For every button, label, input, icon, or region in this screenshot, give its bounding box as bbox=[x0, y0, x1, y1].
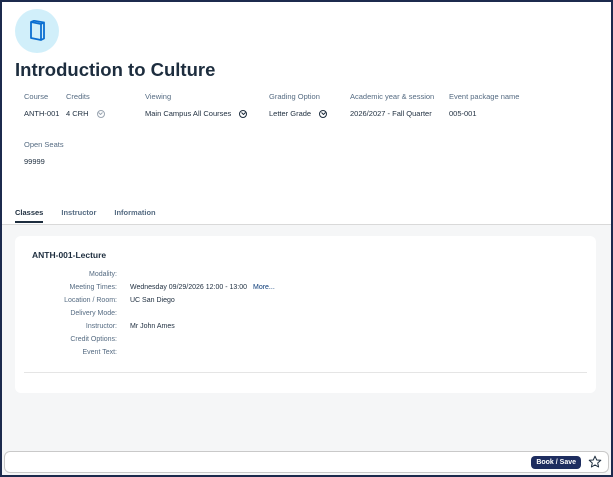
detail-row-modality: Modality: bbox=[15, 271, 575, 283]
book-icon bbox=[30, 20, 45, 41]
detail-key: Delivery Mode: bbox=[70, 310, 117, 317]
detail-key: Modality: bbox=[88, 271, 117, 278]
detail-key: Location / Room: bbox=[64, 297, 117, 304]
detail-row-delivery-mode: Delivery Mode: bbox=[15, 310, 575, 322]
detail-row-instructor: Instructor: Mr John Ames bbox=[15, 323, 575, 335]
viewing-dropdown-icon[interactable] bbox=[239, 109, 248, 118]
detail-value: Mr John Ames bbox=[130, 323, 175, 330]
attr-grading-value: Letter Grade bbox=[269, 109, 312, 118]
attr-credits-label: Credits bbox=[66, 92, 90, 101]
tab-information[interactable]: Information bbox=[114, 208, 155, 223]
detail-row-credit-options: Credit Options: bbox=[15, 336, 575, 348]
app-window: Introduction to Culture Course ANTH-001 … bbox=[0, 0, 613, 477]
detail-row-event-text: Event Text: bbox=[15, 349, 575, 361]
book-save-button[interactable]: Book / Save bbox=[531, 456, 581, 469]
more-link[interactable]: More... bbox=[253, 284, 275, 291]
attr-package-label: Event package name bbox=[449, 92, 520, 101]
attr-seats-label: Open Seats bbox=[24, 140, 64, 149]
detail-key: Event Text: bbox=[82, 349, 117, 356]
attr-credits-value: 4 CRH bbox=[66, 109, 89, 118]
detail-value: UC San Diego bbox=[130, 297, 175, 304]
tab-classes[interactable]: Classes bbox=[15, 208, 44, 223]
attr-grading: Grading Option Letter Grade bbox=[269, 92, 328, 118]
attr-grading-label: Grading Option bbox=[269, 92, 320, 101]
detail-key: Credit Options: bbox=[70, 336, 117, 343]
attr-seats: Open Seats 99999 bbox=[24, 140, 64, 166]
attr-seats-value: 99999 bbox=[24, 157, 45, 166]
class-card: ANTH-001-Lecture Modality: Meeting Times… bbox=[15, 236, 596, 393]
attr-course-value: ANTH-001 bbox=[24, 109, 60, 118]
attr-package-value: 005-001 bbox=[449, 109, 477, 118]
star-icon[interactable] bbox=[588, 455, 602, 469]
object-header: Introduction to Culture Course ANTH-001 … bbox=[2, 2, 611, 225]
attr-package: Event package name 005-001 bbox=[449, 92, 519, 118]
attr-viewing-label: Viewing bbox=[145, 92, 172, 101]
attr-session: Academic year & session 2026/2027 - Fall… bbox=[350, 92, 434, 118]
page-title: Introduction to Culture bbox=[15, 59, 216, 80]
attr-course: Course ANTH-001 bbox=[24, 92, 59, 118]
detail-row-meeting-times: Meeting Times: Wednesday 09/29/2026 12:0… bbox=[15, 284, 575, 296]
course-avatar bbox=[15, 9, 59, 53]
attr-session-label: Academic year & session bbox=[350, 92, 435, 101]
attr-credits: Credits 4 CRH bbox=[66, 92, 105, 118]
attr-session-value: 2026/2027 - Fall Quarter bbox=[350, 109, 432, 118]
tab-instructor[interactable]: Instructor bbox=[61, 208, 96, 223]
detail-key: Meeting Times: bbox=[69, 284, 117, 291]
tab-bar: Classes Instructor Information bbox=[15, 208, 174, 223]
detail-row-location: Location / Room: UC San Diego bbox=[15, 297, 575, 309]
grading-dropdown-icon[interactable] bbox=[319, 109, 328, 118]
credits-dropdown-icon[interactable] bbox=[96, 109, 105, 118]
detail-value: Wednesday 09/29/2026 12:00 - 13:00 bbox=[130, 284, 248, 291]
card-divider bbox=[24, 372, 587, 373]
attr-viewing: Viewing Main Campus All Courses bbox=[145, 92, 248, 118]
attr-course-label: Course bbox=[24, 92, 49, 101]
attr-viewing-value: Main Campus All Courses bbox=[145, 109, 232, 118]
detail-key: Instructor: bbox=[85, 323, 117, 330]
footer-toolbar: Book / Save bbox=[4, 451, 609, 473]
class-card-title: ANTH-001-Lecture bbox=[32, 250, 107, 260]
